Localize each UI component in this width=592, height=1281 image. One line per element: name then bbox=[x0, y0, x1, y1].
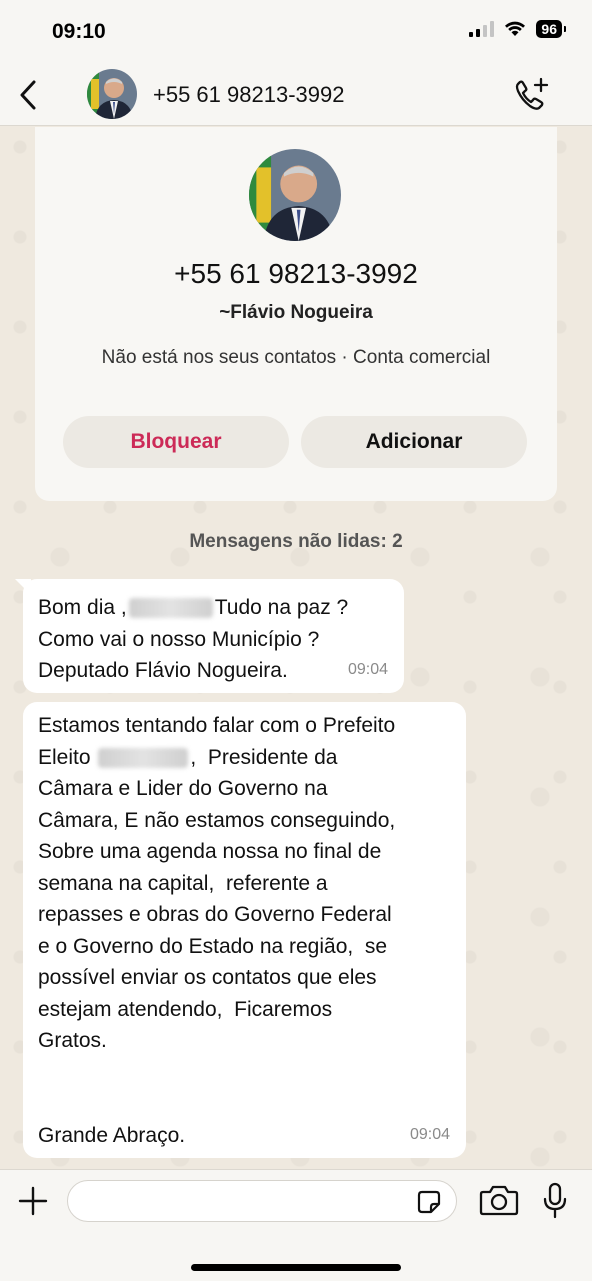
status-bar: 09:10 96 bbox=[0, 0, 592, 64]
message-text: , Presidente da bbox=[190, 745, 338, 769]
sticker-button[interactable] bbox=[416, 1189, 442, 1215]
message-line: possível enviar os contatos que eles bbox=[38, 966, 377, 989]
message-text: Eleito bbox=[38, 745, 91, 769]
message-line: estejam atendendo, Ficaremos bbox=[38, 997, 333, 1021]
contact-info-card: +55 61 98213-3992 ~Flávio Nogueira Não e… bbox=[35, 127, 557, 501]
chat-area[interactable]: +55 61 98213-3992 ~Flávio Nogueira Não e… bbox=[0, 127, 592, 1169]
block-button[interactable]: Bloquear bbox=[63, 416, 289, 468]
profile-photo bbox=[87, 69, 137, 119]
message-text: Tudo na paz ? bbox=[214, 596, 349, 619]
message-line: repasses e obras do Governo Federal bbox=[38, 903, 392, 926]
message-input[interactable] bbox=[67, 1180, 457, 1222]
message-line: Câmara, E não estamos conseguindo, bbox=[38, 808, 396, 832]
message-bubble[interactable]: Bom dia , Tudo na paz ? Como vai o nosso … bbox=[23, 579, 404, 693]
message-line: semana na capital, referente a bbox=[38, 871, 328, 895]
message-bubble[interactable]: Estamos tentando falar com o Prefeito El… bbox=[23, 702, 466, 1158]
message-line: Eleito , Presidente da bbox=[38, 742, 451, 774]
message-line: Deputado Flávio Nogueira. bbox=[38, 659, 288, 682]
profile-photo bbox=[249, 149, 341, 241]
plus-icon bbox=[18, 1186, 48, 1216]
unread-messages-divider: Mensagens não lidas: 2 bbox=[189, 531, 403, 552]
message-line: Sobre uma agenda nossa no final de bbox=[38, 840, 382, 863]
signal-icon bbox=[469, 21, 495, 37]
attach-button[interactable] bbox=[16, 1184, 50, 1218]
message-line: Como vai o nosso Município ? bbox=[38, 627, 320, 651]
message-timestamp: 09:04 bbox=[409, 1125, 450, 1143]
message-blank-space bbox=[38, 1057, 451, 1120]
message-text: Bom dia , bbox=[38, 596, 127, 619]
sticker-icon bbox=[417, 1190, 441, 1214]
redacted-text bbox=[98, 747, 189, 768]
contact-phone: +55 61 98213-3992 bbox=[174, 258, 418, 289]
contact-name: ~Flávio Nogueira bbox=[219, 302, 373, 323]
camera-icon bbox=[479, 1185, 519, 1216]
phone-plus-icon bbox=[515, 77, 549, 110]
microphone-button[interactable] bbox=[540, 1181, 570, 1221]
message-line: Grande Abraço. bbox=[38, 1123, 186, 1147]
message-input-bar bbox=[0, 1169, 592, 1281]
microphone-icon bbox=[543, 1182, 567, 1219]
call-button[interactable] bbox=[512, 76, 552, 114]
status-icons: 96 bbox=[469, 20, 566, 38]
chat-header: +55 61 98213-3992 bbox=[0, 64, 592, 126]
chevron-left-icon bbox=[20, 80, 36, 110]
redacted-text bbox=[128, 598, 213, 619]
status-time: 09:10 bbox=[52, 20, 106, 43]
contact-title[interactable]: +55 61 98213-3992 bbox=[153, 82, 344, 108]
message-line: Estamos tentando falar com o Prefeito bbox=[38, 714, 396, 737]
message-line: Bom dia , Tudo na paz ? bbox=[38, 592, 389, 624]
add-contact-button[interactable]: Adicionar bbox=[301, 416, 527, 468]
message-line: Câmara e Lider do Governo na bbox=[38, 777, 328, 800]
contact-status-info: Não está nos seus contatos · Conta comer… bbox=[101, 347, 491, 368]
home-indicator bbox=[191, 1264, 401, 1271]
battery-indicator: 96 bbox=[536, 20, 566, 38]
avatar[interactable] bbox=[87, 69, 137, 119]
message-timestamp: 09:04 bbox=[347, 660, 388, 678]
wifi-icon bbox=[505, 21, 526, 36]
message-line: Gratos. bbox=[38, 1029, 107, 1052]
camera-button[interactable] bbox=[478, 1183, 520, 1217]
contact-avatar[interactable] bbox=[249, 149, 341, 241]
message-line: e o Governo do Estado na região, se bbox=[38, 934, 388, 958]
back-button[interactable] bbox=[14, 78, 44, 112]
